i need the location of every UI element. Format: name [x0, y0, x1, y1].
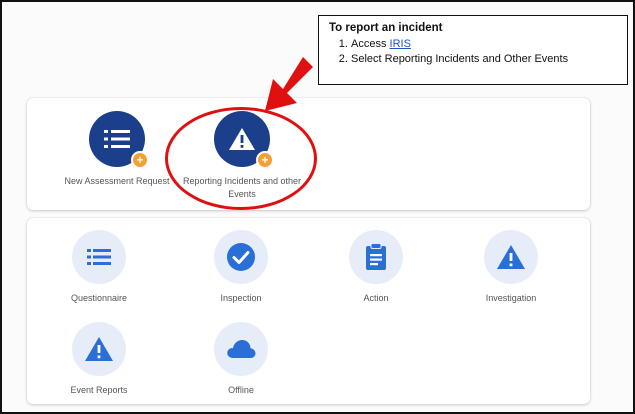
new-assessment-request-label: New Assessment Request	[64, 176, 170, 186]
check-icon	[227, 243, 255, 271]
inspection-label: Inspection	[220, 293, 262, 303]
inspection-icon-circle[interactable]	[214, 230, 268, 284]
warning-icon	[497, 245, 525, 269]
cloud-icon	[227, 340, 256, 358]
red-arrow-icon	[265, 57, 313, 111]
list-icon	[104, 130, 130, 148]
action-icon-circle[interactable]	[349, 230, 403, 284]
callout-step-1-text: Access	[351, 38, 387, 50]
offline-label: Offline	[228, 385, 254, 395]
questionnaire-icon-circle[interactable]	[72, 230, 126, 284]
new-assessment-request-icon-circle[interactable]: +	[89, 111, 149, 169]
investigation-tile[interactable]: Investigation	[446, 230, 576, 305]
event-reports-tile[interactable]: Event Reports	[34, 322, 164, 397]
callout-steps: Access IRIS Select Reporting Incidents a…	[329, 38, 617, 65]
event-reports-icon-circle[interactable]	[72, 322, 126, 376]
new-assessment-request-tile[interactable]: + New Assessment Request	[52, 111, 182, 188]
warning-icon	[85, 337, 113, 361]
plus-badge-icon: +	[131, 151, 149, 169]
clipboard-icon	[366, 243, 386, 270]
offline-tile[interactable]: Offline	[176, 322, 306, 397]
callout-title: To report an incident	[329, 22, 443, 34]
event-reports-label: Event Reports	[70, 385, 128, 395]
questionnaire-tile[interactable]: Questionnaire	[34, 230, 164, 305]
highlight-ring	[165, 107, 317, 210]
callout-step-2: Select Reporting Incidents and Other Eve…	[351, 53, 617, 65]
action-tile[interactable]: Action	[311, 230, 441, 305]
callout-step-1: Access IRIS	[351, 38, 617, 50]
questionnaire-label: Questionnaire	[70, 293, 128, 303]
action-label: Action	[363, 293, 389, 303]
offline-icon-circle[interactable]	[214, 322, 268, 376]
inspection-tile[interactable]: Inspection	[176, 230, 306, 305]
investigation-label: Investigation	[485, 293, 537, 303]
list-icon	[87, 249, 111, 265]
instruction-callout: To report an incident Access IRIS Select…	[318, 15, 628, 85]
iris-link[interactable]: IRIS	[390, 38, 411, 50]
investigation-icon-circle[interactable]	[484, 230, 538, 284]
modules-card: Questionnaire Inspection Action Investig…	[27, 218, 590, 404]
